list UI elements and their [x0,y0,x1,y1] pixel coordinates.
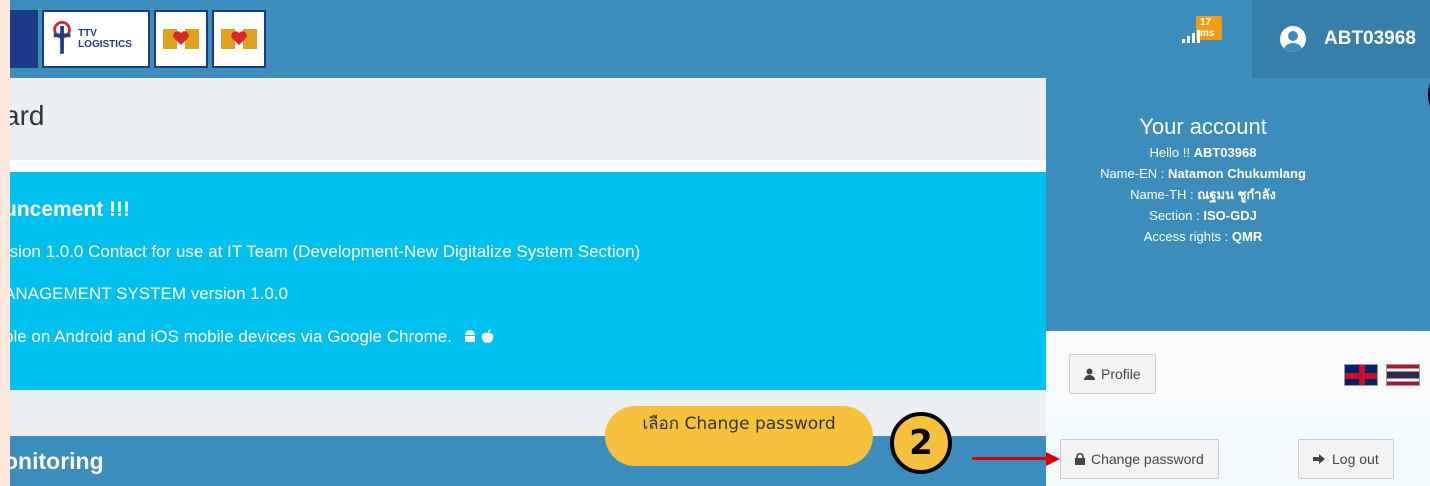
account-hello: Hello !! ABT03968 [1046,142,1360,163]
name-th-label: Name-TH : [1130,187,1198,202]
access-value: QMR [1231,229,1263,244]
app-window: TTV LOGISTICS 17 ms ABT03968 ard uncemen… [10,0,1430,486]
logo-text: TTV LOGISTICS [78,28,132,50]
ping-indicator: 17 ms [1182,16,1222,46]
account-name-th: Name-TH : ณฐมน ชูกำลัง [1046,184,1360,205]
announcement-line: ble on Android and iOS mobile devices vi… [10,327,494,347]
monitoring-title: onitoring [10,448,104,474]
content-header: ard [10,78,1046,160]
logo-strip: TTV LOGISTICS [10,10,266,68]
company-logo-1[interactable] [10,10,38,68]
step-number-badge: 2 [890,412,952,474]
ttv-mark-icon [53,20,71,54]
partner-logo-1[interactable] [154,10,208,68]
profile-button[interactable]: Profile [1069,354,1156,394]
account-name-en: Name-EN : Natamon Chukumlang [1046,163,1360,184]
announcement-title: uncement !!! [10,198,130,221]
hello-value: ABT03968 [1193,145,1257,160]
account-dropdown: Your account Hello !! ABT03968 Name-EN :… [1046,78,1430,486]
access-label: Access rights : [1143,229,1232,244]
sign-out-icon [1313,454,1325,464]
change-password-button[interactable]: Change password [1060,439,1219,479]
thai-flag-icon[interactable] [1386,364,1420,386]
account-title: Your account [1139,114,1267,139]
partner-logo-2[interactable] [212,10,266,68]
ttv-logistics-logo[interactable]: TTV LOGISTICS [42,10,150,68]
name-th-value: ณฐมน ชูกำลัง [1197,187,1276,202]
user-menu-toggle[interactable]: ABT03968 [1252,0,1430,78]
page-title: ard [10,100,45,131]
profile-button-label: Profile [1101,366,1141,382]
top-navbar: TTV LOGISTICS 17 ms ABT03968 [10,0,1430,78]
android-icon [464,330,475,342]
name-en-value: Natamon Chukumlang [1167,166,1306,181]
announcement-line: rsion 1.0.0 Contact for use at IT Team (… [10,242,641,261]
content-divider [10,160,1046,172]
account-info: Your account Hello !! ABT03968 Name-EN :… [1046,114,1360,247]
change-password-label: Change password [1091,451,1204,467]
account-section: Section : ISO-GDJ [1046,205,1360,226]
apple-icon [482,329,494,343]
account-access: Access rights : QMR [1046,226,1360,247]
announcement-line-text: ble on Android and iOS mobile devices vi… [10,327,452,346]
signal-icon [1182,30,1200,43]
lock-icon [1075,453,1085,465]
user-avatar-icon [1280,26,1306,52]
platform-icons [463,327,495,347]
user-menu-name: ABT03968 [1324,28,1416,49]
hello-label: Hello !! [1149,145,1194,160]
elephant-heart-icon [221,29,257,49]
elephant-heart-icon [163,29,199,49]
english-flag-icon[interactable] [1344,364,1378,386]
section-value: ISO-GDJ [1203,208,1257,223]
user-icon [1084,368,1095,380]
logout-button-label: Log out [1332,451,1379,467]
tutorial-arrow [972,457,1048,460]
logout-button[interactable]: Log out [1298,439,1394,479]
tutorial-arrow-head [1046,452,1060,466]
tutorial-callout: เลือก Change password [605,406,873,466]
section-label: Section : [1149,208,1204,223]
announcement-box: uncement !!! rsion 1.0.0 Contact for use… [10,172,1046,390]
name-en-label: Name-EN : [1100,166,1168,181]
account-header: Your account Hello !! ABT03968 Name-EN :… [1046,78,1430,331]
announcement-line: ANAGEMENT SYSTEM version 1.0.0 [10,284,289,303]
